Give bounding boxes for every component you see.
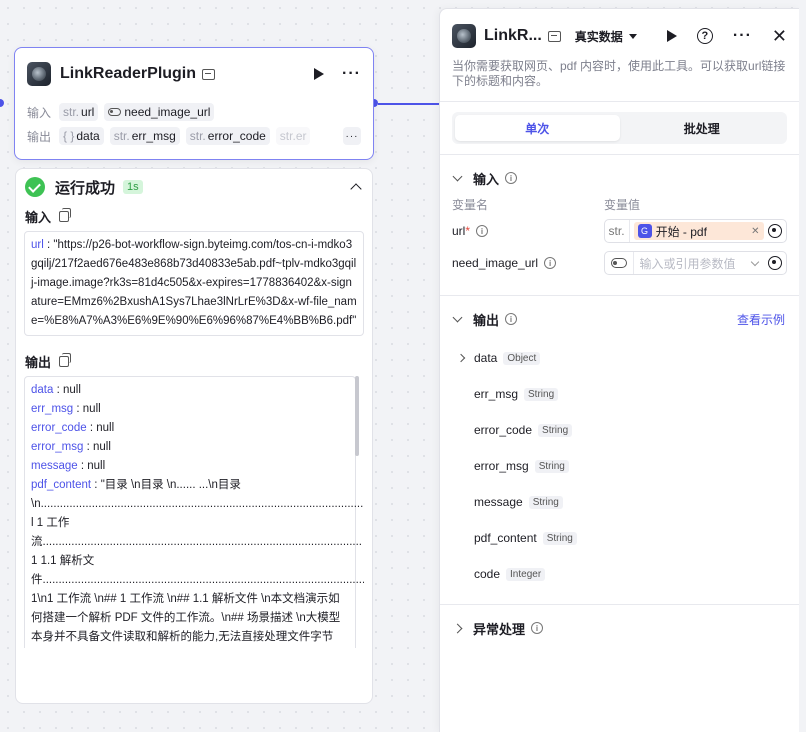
output-json-box: data : null err_msg : null error_code : … — [24, 376, 364, 648]
more-icon[interactable]: ··· — [342, 66, 361, 82]
help-icon[interactable]: ? — [696, 28, 713, 44]
run-result-panel: 运行成功 1s 输入 url : "https://p26-bot-workfl… — [15, 168, 373, 704]
input-tag-need-image-url: need_image_url — [104, 103, 215, 121]
output-tag-err-msg: str. err_msg — [109, 127, 180, 145]
mode-tabs: 单次 批处理 — [452, 112, 787, 144]
output-line: data : null — [31, 384, 81, 396]
data-mode-dropdown[interactable]: 真实数据 — [575, 28, 637, 45]
tab-single[interactable]: 单次 — [455, 115, 620, 141]
plugin-node[interactable]: LinkReaderPlugin ··· 输入 str. url need_ima… — [14, 47, 374, 160]
copy-output-icon[interactable] — [59, 352, 72, 367]
info-icon[interactable]: i — [505, 313, 518, 325]
run-node-icon[interactable] — [314, 68, 325, 80]
result-output-title: 输出 — [16, 350, 372, 372]
output-list: data Object err_msg String error_code Strin… — [440, 340, 799, 592]
output-scrollbar[interactable] — [355, 376, 359, 456]
input-section-header[interactable]: 输入 i — [440, 163, 799, 193]
plugin-icon — [27, 62, 51, 86]
info-icon[interactable]: i — [531, 622, 544, 634]
chevron-right-icon[interactable] — [456, 353, 466, 363]
output-item: message String — [440, 484, 799, 520]
connection-line — [378, 103, 440, 105]
input-tag-url: str. url — [59, 103, 99, 121]
input-label: 输入 — [27, 105, 52, 120]
boolean-icon — [108, 108, 122, 116]
output-line: message : null — [31, 460, 106, 472]
node-title: LinkReaderPlugin — [60, 65, 197, 82]
node-inputs-row: 输入 str. url need_image_url — [15, 100, 373, 124]
duration-badge: 1s — [123, 180, 143, 194]
output-line: error_code : null — [31, 422, 115, 434]
output-item: pdf_content String — [440, 520, 799, 556]
reference-picker-icon[interactable] — [768, 256, 782, 270]
close-icon[interactable]: ✕ — [772, 27, 787, 45]
reference-picker-icon[interactable] — [768, 224, 782, 238]
output-line: err_msg : null — [31, 403, 101, 415]
input-row-need-image-url: need_image_url i 输入或引用参数值 — [440, 247, 799, 279]
output-json-scroll[interactable]: data : null err_msg : null error_code : … — [16, 372, 364, 648]
view-example-link[interactable]: 查看示例 — [737, 311, 785, 328]
chevron-right-icon — [452, 623, 463, 633]
info-icon[interactable]: i — [476, 225, 489, 237]
output-tag-error-code: str. error_code — [185, 127, 270, 145]
store-icon — [202, 68, 216, 80]
exception-section-header[interactable]: 异常处理 i — [440, 613, 799, 643]
node-outputs-row: 输出 { } data str. err_msg str. error_code st… — [15, 124, 373, 148]
output-label: 输出 — [27, 129, 52, 144]
chevron-down-icon — [452, 171, 463, 182]
output-item: err_msg String — [440, 376, 799, 412]
output-item: code Integer — [440, 556, 799, 592]
remove-reference-icon[interactable]: ✕ — [751, 226, 759, 237]
tab-batch[interactable]: 批处理 — [620, 115, 785, 141]
divider — [440, 295, 799, 296]
more-icon[interactable]: ··· — [733, 28, 752, 44]
run-test-icon[interactable] — [666, 30, 677, 42]
input-json-box: url : "https://p26-bot-workflow-sign.byt… — [24, 231, 364, 336]
divider — [440, 154, 799, 155]
output-item-data[interactable]: data Object — [440, 340, 799, 376]
canvas-edge — [799, 8, 806, 732]
info-icon[interactable]: i — [544, 257, 557, 269]
panel-title: LinkR... — [484, 27, 542, 44]
info-icon[interactable]: i — [505, 172, 518, 184]
output-line: error_msg : null — [31, 441, 111, 453]
panel-description: 当你需要获取网页、pdf 内容时，使用此工具。可以获取url链接下的标题和内容。 — [452, 59, 786, 88]
success-check-icon — [25, 177, 45, 197]
output-section-header[interactable]: 输出 i 查看示例 — [440, 304, 799, 334]
chevron-down-icon — [452, 312, 463, 323]
input-column-header: 变量名 变量值 — [452, 197, 641, 212]
result-input-title: 输入 — [16, 205, 372, 227]
output-tag-truncated: str. er — [275, 127, 311, 145]
output-tag-data: { } data — [59, 127, 104, 145]
node-test-panel: LinkR... 真实数据 ? ··· ✕ 当你需要获取网页、pdf 内容时，使… — [439, 8, 799, 732]
copy-input-icon[interactable] — [59, 207, 72, 222]
url-value-field[interactable]: str. G 开始 - pdf ✕ — [603, 219, 787, 243]
workflow-canvas[interactable]: LinkReaderPlugin ··· 输入 str. url need_ima… — [0, 0, 440, 732]
variable-reference-chip[interactable]: G 开始 - pdf ✕ — [633, 222, 764, 240]
start-node-icon: G — [637, 224, 652, 238]
divider — [440, 604, 799, 605]
output-item: error_msg String — [440, 448, 799, 484]
output-item: error_code String — [440, 412, 799, 448]
need-image-url-field[interactable]: 输入或引用参数值 — [603, 251, 787, 275]
more-outputs-button[interactable]: ··· — [343, 127, 361, 145]
plugin-icon — [452, 24, 476, 48]
node-input-port[interactable] — [0, 99, 4, 107]
input-row-url: url * i str. G 开始 - pdf ✕ — [440, 215, 799, 247]
boolean-icon — [610, 258, 627, 268]
divider — [440, 101, 799, 102]
store-icon — [547, 30, 561, 42]
output-line: pdf_content : "目录 \n目录 \n...... ...\n目录 … — [31, 479, 364, 643]
collapse-chevron-icon[interactable] — [350, 183, 362, 195]
result-status: 运行成功 — [55, 179, 116, 197]
